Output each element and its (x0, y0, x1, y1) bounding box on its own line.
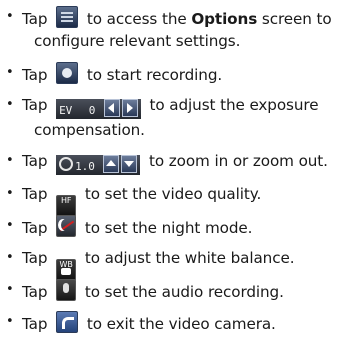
item-text-pre: Tap (22, 96, 48, 114)
zoom-control-icon: 1.0 (56, 155, 141, 175)
item-text-post: to adjust the exposure (149, 96, 319, 114)
item-text-pre: Tap (22, 219, 48, 237)
item-text-post: to adjust the white balance. (84, 249, 295, 267)
item-text-post: to zoom in or zoom out. (149, 152, 328, 170)
item-text-pre: Tap (22, 152, 48, 170)
item-text-pre: Tap (22, 315, 48, 333)
item-text-pre: Tap (22, 249, 48, 267)
bullet: • (6, 9, 14, 24)
options-emphasis: Options (191, 10, 258, 28)
magnifier-icon (59, 157, 74, 171)
item-text-post-b: screen to (261, 10, 332, 28)
item-text-post: to set the audio recording. (84, 283, 284, 301)
exposure-control-icon: EV 0 (56, 99, 141, 119)
bullet: • (6, 282, 14, 297)
item-text-post: to set the video quality. (84, 185, 262, 203)
item-text-pre: Tap (22, 185, 48, 203)
bullet: • (6, 65, 14, 80)
options-list-icon (56, 6, 79, 28)
item-text-continued: compensation. (34, 121, 145, 139)
video-quality-icon: HF (56, 195, 77, 217)
item-text-pre: Tap (22, 283, 48, 301)
bullet: • (6, 153, 14, 168)
instruction-list: • Tap to access the Options screen to co… (0, 0, 344, 342)
item-text-post: to set the night mode. (84, 219, 253, 237)
ev-value: 0 (88, 104, 96, 117)
zoom-out-arrow-icon (121, 155, 138, 173)
night-mode-icon (56, 215, 77, 237)
zoom-value: 1.0 (75, 160, 95, 173)
item-text-post: to start recording. (86, 66, 223, 84)
increase-arrow-icon (121, 99, 138, 117)
bullet: • (6, 314, 14, 329)
ev-label: EV (59, 104, 73, 117)
microphone-icon (56, 279, 77, 301)
bullet: • (6, 218, 14, 233)
item-text-post: to exit the video camera. (86, 315, 276, 333)
item-text-post: to access the (86, 10, 187, 28)
item-text-pre: Tap (22, 10, 48, 28)
bullet: • (6, 97, 14, 112)
zoom-in-arrow-icon (103, 155, 120, 173)
item-text-continued: configure relevant settings. (34, 32, 241, 50)
exit-icon (56, 311, 79, 333)
bullet: • (6, 250, 14, 265)
bullet: • (6, 186, 14, 201)
item-text-pre: Tap (22, 66, 48, 84)
record-icon (56, 62, 79, 84)
white-balance-icon: WB (56, 259, 77, 281)
decrease-arrow-icon (103, 99, 120, 117)
